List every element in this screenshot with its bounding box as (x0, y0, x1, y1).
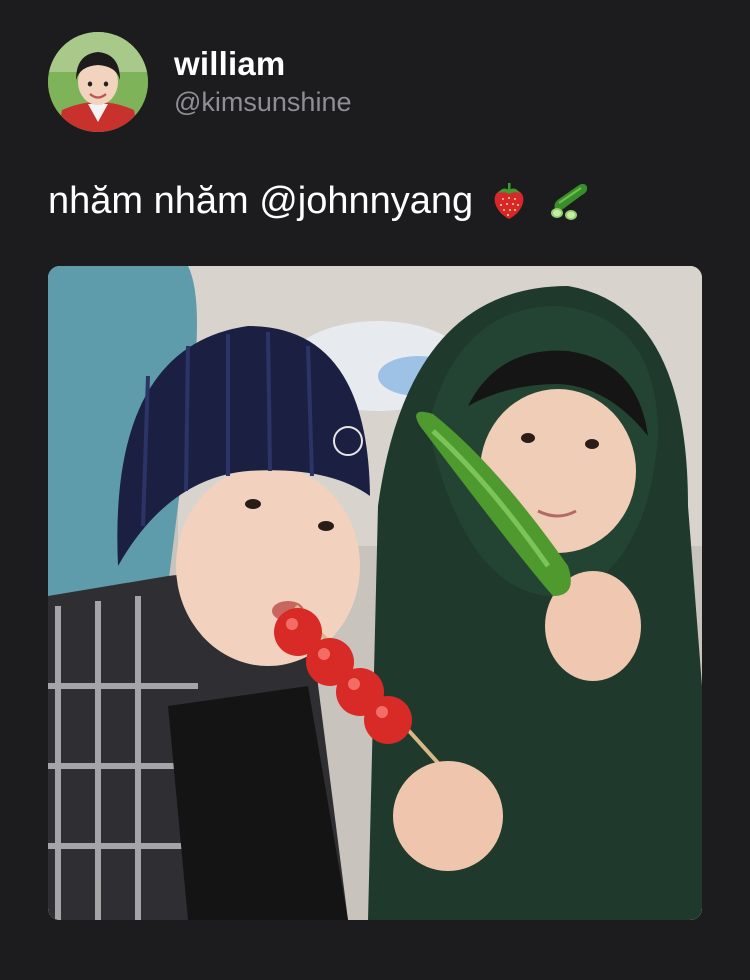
photo-image (48, 266, 702, 920)
tweet-text: nhăm nhăm @johnnyang (48, 180, 474, 222)
strawberry-icon (487, 179, 531, 223)
author-info[interactable]: william @kimsunshine (174, 44, 351, 120)
cucumber-icon (545, 179, 589, 223)
tweet-body: nhăm nhăm @johnnyang (48, 176, 589, 226)
avatar-image (48, 32, 148, 132)
profile-avatar[interactable] (48, 32, 148, 132)
author-display-name[interactable]: william (174, 44, 351, 84)
tweet-card: william @kimsunshine nhăm nhăm @johnnyan… (0, 0, 750, 980)
author-handle[interactable]: @kimsunshine (174, 84, 351, 120)
tweet-photo[interactable] (48, 266, 702, 920)
